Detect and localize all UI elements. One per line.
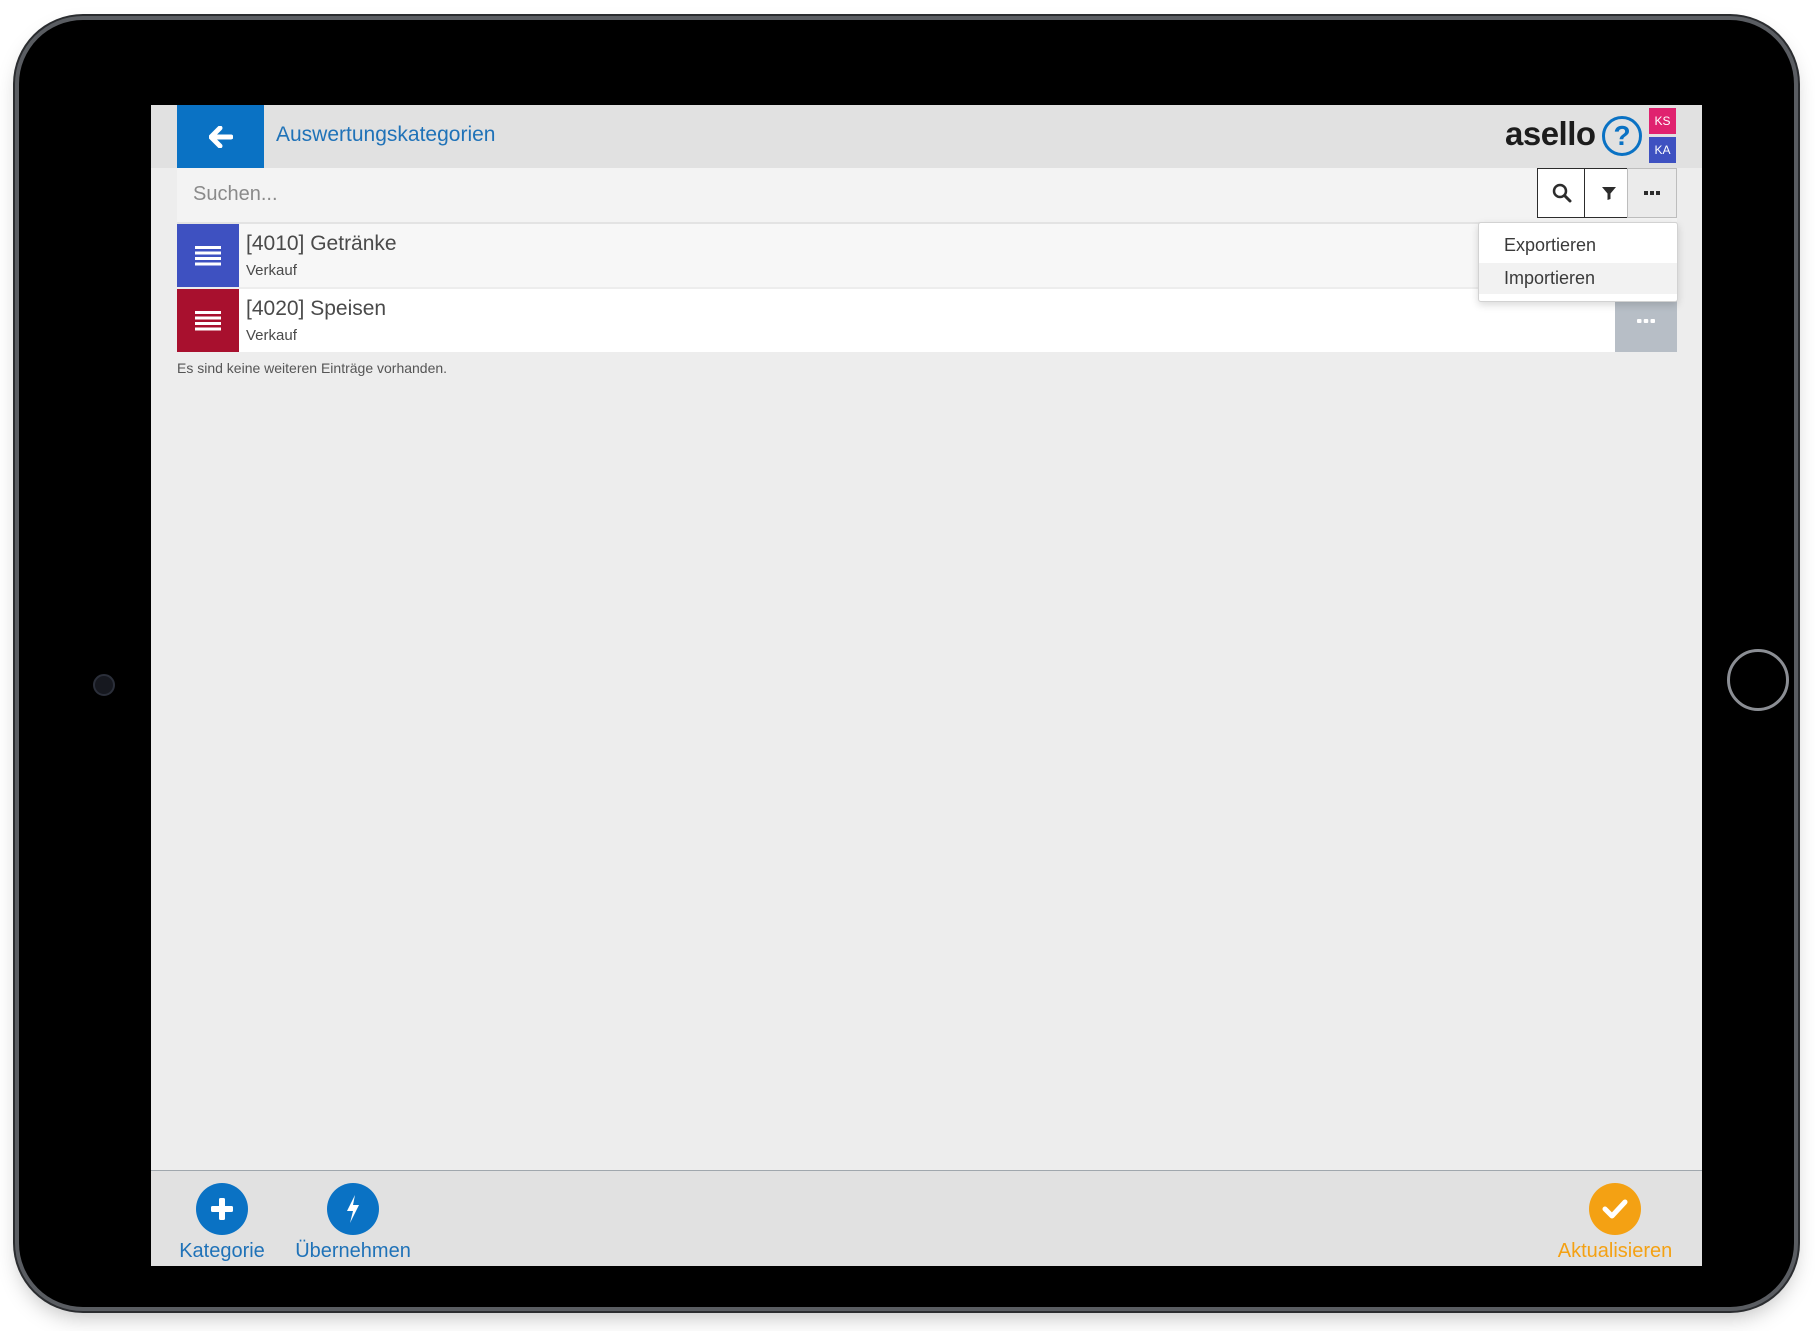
plus-icon bbox=[211, 1198, 233, 1220]
more-icon bbox=[1644, 191, 1660, 195]
more-icon bbox=[1637, 318, 1655, 323]
search-button[interactable] bbox=[1537, 168, 1587, 218]
menu-item-import[interactable]: Importieren bbox=[1479, 263, 1677, 294]
list-item[interactable]: [4020] Speisen Verkauf bbox=[177, 289, 1677, 352]
camera bbox=[93, 674, 115, 696]
asello-logo: asello bbox=[1505, 115, 1596, 152]
apply-label: Übernehmen bbox=[295, 1240, 411, 1262]
menu-item-export[interactable]: Exportieren bbox=[1479, 230, 1677, 261]
arrow-left-icon bbox=[208, 125, 233, 148]
search-input[interactable] bbox=[177, 168, 1527, 220]
lightning-icon bbox=[347, 1195, 359, 1223]
list-item-title: [4020] Speisen bbox=[246, 297, 387, 320]
tablet-frame: Auswertungskategorien asello ? KS KA Suc… bbox=[19, 20, 1794, 1307]
search-bar bbox=[177, 168, 1677, 224]
add-category-button[interactable]: Kategorie bbox=[177, 1183, 267, 1263]
empty-list-note: Es sind keine weiteren Einträge vorhande… bbox=[177, 360, 448, 376]
refresh-label: Aktualisieren bbox=[1557, 1240, 1673, 1262]
filter-icon bbox=[1602, 187, 1616, 200]
refresh-circle bbox=[1589, 1183, 1641, 1235]
page-title: Auswertungskategorien bbox=[276, 123, 496, 146]
list-icon bbox=[195, 245, 221, 265]
list-item-subtitle: Verkauf bbox=[246, 327, 297, 344]
options-dropdown-menu: Exportieren Importieren bbox=[1478, 222, 1678, 302]
app-screen: Auswertungskategorien asello ? KS KA Suc… bbox=[151, 105, 1702, 1266]
user-badge-ks[interactable]: KS bbox=[1649, 108, 1676, 134]
list-item-title: [4010] Getränke bbox=[246, 232, 397, 255]
header: Auswertungskategorien asello ? KS KA bbox=[151, 105, 1702, 168]
add-category-label: Kategorie bbox=[179, 1240, 265, 1262]
bottom-action-bar: Kategorie Übernehmen Aktualisieren bbox=[151, 1170, 1702, 1266]
check-icon bbox=[1602, 1199, 1628, 1219]
apply-button[interactable]: Übernehmen bbox=[290, 1183, 416, 1263]
add-category-circle bbox=[196, 1183, 248, 1235]
list-item[interactable]: [4010] Getränke Verkauf bbox=[177, 224, 1677, 287]
more-options-button[interactable] bbox=[1627, 168, 1677, 218]
category-color-tile bbox=[177, 224, 239, 287]
apply-circle bbox=[327, 1183, 379, 1235]
search-icon bbox=[1552, 183, 1572, 203]
refresh-button[interactable]: Aktualisieren bbox=[1553, 1183, 1677, 1263]
back-button[interactable] bbox=[177, 105, 264, 168]
category-color-tile bbox=[177, 289, 239, 352]
home-button[interactable] bbox=[1727, 649, 1789, 711]
user-badge-ka[interactable]: KA bbox=[1649, 137, 1676, 163]
help-icon[interactable]: ? bbox=[1602, 116, 1642, 156]
list-icon bbox=[195, 310, 221, 330]
list-item-subtitle: Verkauf bbox=[246, 262, 297, 279]
